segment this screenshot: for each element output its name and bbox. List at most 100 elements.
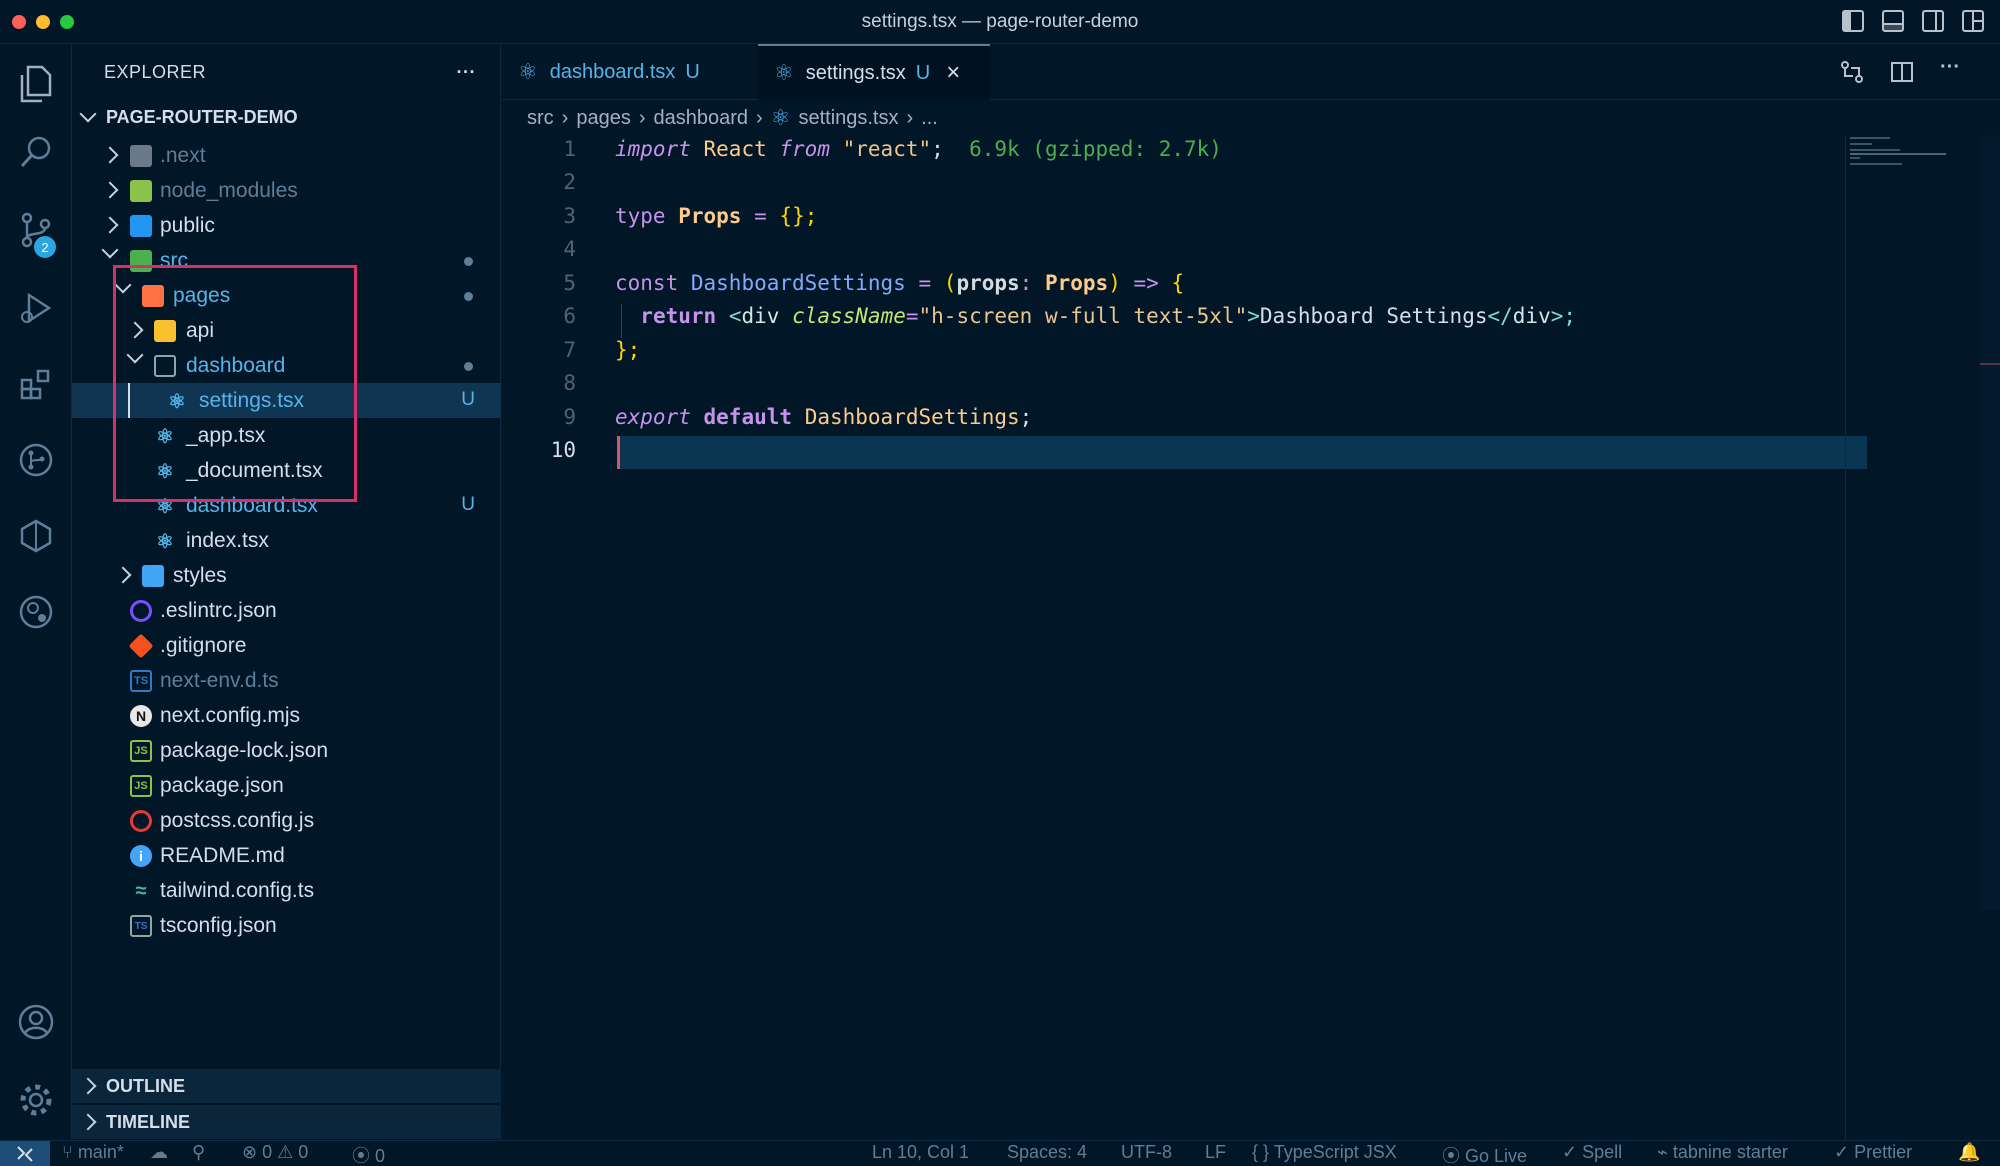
toggle-primary-sidebar-icon[interactable] [1842, 10, 1864, 32]
sync-icon[interactable]: ☁ [150, 1142, 168, 1163]
line-number: 5 [563, 271, 576, 295]
react-icon: ⚛ [770, 105, 791, 130]
tree-item-tsconfig[interactable]: TS tsconfig.json [72, 908, 501, 943]
prettier-status[interactable]: ✓ Prettier [1834, 1142, 1912, 1163]
go-live-button[interactable]: ⦿ Go Live [1442, 1142, 1527, 1166]
check-icon: ✓ [1834, 1142, 1855, 1162]
breadcrumb-dashboard[interactable]: dashboard [654, 107, 749, 130]
extensions-icon[interactable] [14, 362, 58, 406]
chevron-right-icon [101, 146, 119, 164]
tree-item-next[interactable]: .next [72, 138, 501, 173]
tree-label: tsconfig.json [160, 914, 277, 937]
encoding[interactable]: UTF-8 [1121, 1142, 1172, 1163]
problems-indicator[interactable]: ⊗ 0 ⚠ 0 [242, 1142, 308, 1163]
tree-item-styles[interactable]: styles [72, 558, 501, 593]
language-mode[interactable]: { } TypeScript JSX [1252, 1142, 1397, 1163]
tab-status: U [685, 60, 700, 83]
live-share-icon[interactable] [14, 590, 58, 634]
run-debug-icon[interactable] [14, 286, 58, 330]
indent-guide [621, 304, 622, 338]
chevron-right-icon: › [638, 106, 646, 129]
git-graph-status-icon[interactable]: ⚲ [192, 1142, 205, 1163]
customize-layout-icon[interactable] [1962, 10, 1984, 32]
split-editor-icon[interactable] [1890, 60, 1914, 84]
tree-item-package-lock[interactable]: JS package-lock.json [72, 733, 501, 768]
tsconfig-icon: TS [130, 915, 152, 937]
broadcast-icon: ⦿ [1442, 1146, 1466, 1166]
tree-item-readme[interactable]: i README.md [72, 838, 501, 873]
chevron-down-icon [101, 241, 119, 259]
activity-bar: 2 [0, 44, 72, 1140]
chevron-right-icon: › [906, 106, 914, 129]
editor-actions: ··· [1840, 56, 1960, 84]
text-cursor [617, 436, 620, 469]
tree-item-public[interactable]: public [72, 208, 501, 243]
code-line-3: type Props = {}; [615, 204, 818, 228]
timeline-section[interactable]: TIMELINE [72, 1105, 501, 1139]
tree-item-next-env[interactable]: TS next-env.d.ts [72, 663, 501, 698]
bell-icon[interactable]: 🔔 [1958, 1142, 1980, 1163]
compare-changes-icon[interactable] [1840, 60, 1864, 84]
remote-indicator[interactable] [0, 1141, 50, 1166]
tab-status: U [915, 61, 931, 84]
eslint-icon [130, 600, 152, 622]
explorer-title: EXPLORER [104, 61, 207, 82]
tree-label: .next [160, 144, 206, 167]
tab-settings-tsx[interactable]: ⚛ settings.tsx U × [758, 44, 990, 100]
toggle-panel-icon[interactable] [1882, 10, 1904, 32]
tree-label: .eslintrc.json [160, 599, 277, 622]
tree-item-next-config[interactable]: N next.config.mjs [72, 698, 501, 733]
breadcrumb: src › pages › dashboard › ⚛ settings.tsx… [527, 101, 938, 135]
code-line-1: import React from "react"; 6.9k (gzipped… [615, 137, 1222, 161]
tree-item-package[interactable]: JS package.json [72, 768, 501, 803]
minimap[interactable] [1845, 135, 2000, 1140]
branch-indicator[interactable]: ⑂ main* [62, 1142, 124, 1163]
line-number: 6 [563, 304, 576, 328]
close-icon[interactable]: × [946, 59, 960, 87]
tab-label: dashboard.tsx [549, 60, 676, 83]
code-line-6: return <div className="h-screen w-full t… [640, 304, 1577, 328]
breadcrumb-file[interactable]: settings.tsx [798, 107, 898, 130]
more-actions-icon[interactable]: ··· [1940, 56, 1960, 84]
tab-dashboard-tsx[interactable]: ⚛ dashboard.tsx U [502, 44, 757, 100]
toggle-secondary-sidebar-icon[interactable] [1922, 10, 1944, 32]
modified-dot [464, 292, 473, 301]
explorer-more-button[interactable]: ··· [457, 62, 476, 83]
accounts-icon[interactable] [14, 1000, 58, 1044]
spell-check[interactable]: ✓ Spell [1562, 1142, 1622, 1163]
line-ending[interactable]: LF [1205, 1142, 1226, 1163]
cursor-position[interactable]: Ln 10, Col 1 [872, 1142, 969, 1163]
explorer-icon[interactable] [14, 62, 58, 106]
react-icon: ⚛ [774, 60, 794, 85]
timeline-label: TIMELINE [106, 1111, 190, 1132]
remote-explorer-icon[interactable] [14, 514, 58, 558]
breadcrumb-symbol[interactable]: ... [921, 107, 938, 130]
gear-icon[interactable] [14, 1078, 58, 1122]
folder-node-icon [130, 180, 152, 202]
chevron-right-icon [114, 566, 132, 584]
chevron-right-icon [79, 1077, 97, 1095]
git-graph-icon[interactable] [14, 438, 58, 482]
tabnine-icon: ⌁ [1657, 1142, 1673, 1162]
tree-item-postcss[interactable]: postcss.config.js [72, 803, 501, 838]
chevron-right-icon: › [561, 106, 569, 129]
search-icon[interactable] [14, 130, 58, 174]
ports-indicator[interactable]: ⦿ 0 [352, 1142, 385, 1166]
explorer-header: EXPLORER ··· [72, 44, 500, 100]
tree-item-eslintrc[interactable]: .eslintrc.json [72, 593, 501, 628]
tree-label: styles [173, 564, 227, 587]
tree-item-tailwind[interactable]: ≈ tailwind.config.ts [72, 873, 501, 908]
title-bar: settings.tsx — page-router-demo [0, 0, 2000, 44]
tree-item-node-modules[interactable]: node_modules [72, 173, 501, 208]
outline-section[interactable]: OUTLINE [72, 1069, 501, 1103]
tabnine-status[interactable]: ⌁ tabnine starter [1657, 1142, 1788, 1163]
tree-item-index-tsx[interactable]: ⚛ index.tsx [72, 523, 501, 558]
breadcrumb-pages[interactable]: pages [576, 107, 631, 130]
project-root-header[interactable]: PAGE-ROUTER-DEMO [72, 100, 500, 134]
tree-item-gitignore[interactable]: .gitignore [72, 628, 501, 663]
line-number: 2 [563, 170, 576, 194]
line-number: 7 [563, 338, 576, 362]
breadcrumb-src[interactable]: src [527, 107, 554, 130]
indentation[interactable]: Spaces: 4 [1007, 1142, 1087, 1163]
info-icon: i [130, 845, 152, 867]
